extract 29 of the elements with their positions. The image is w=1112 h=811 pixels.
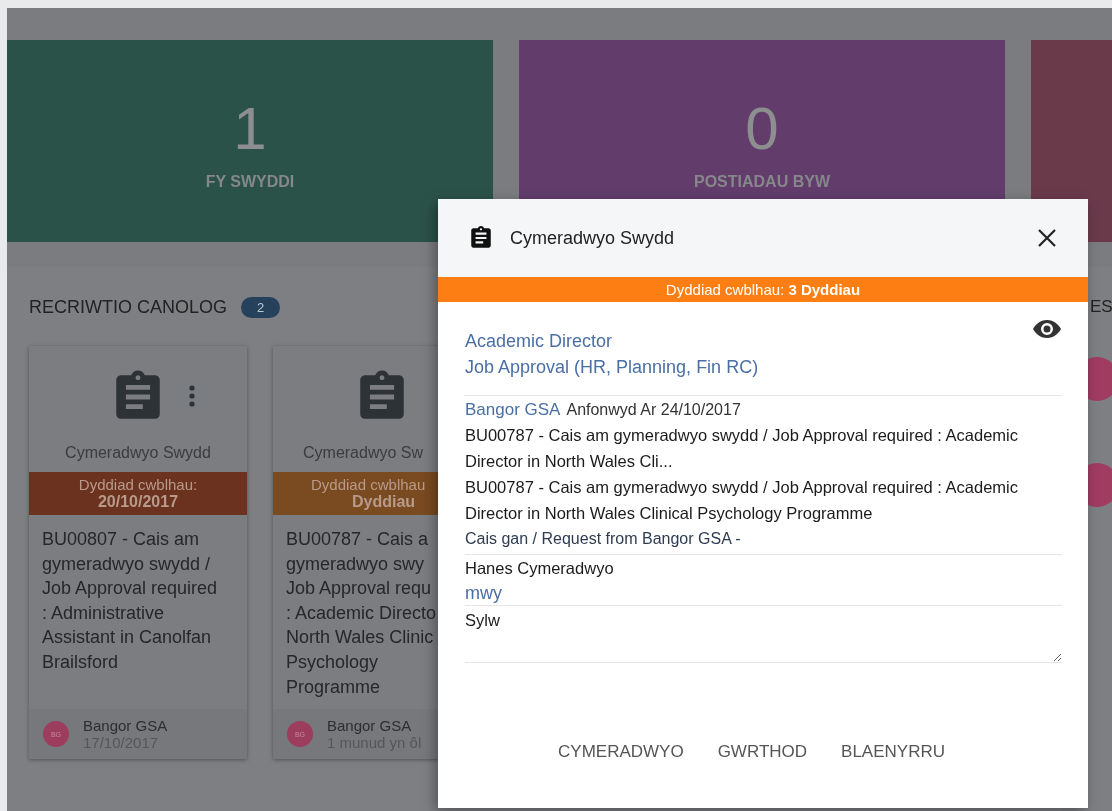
clipboard-icon: [468, 225, 494, 251]
due-date-banner: Dyddiad cwblhau: 3 Dyddiau: [438, 277, 1088, 302]
card-description: BU00807 - Cais am gymeradwyo swydd / Job Approval required : Administrative Assistant in Canolfan Brailsford: [41, 528, 219, 674]
card-description-line: North Wales Clinic: [286, 626, 435, 650]
more-options-icon[interactable]: [189, 384, 195, 408]
stat-label: FY SWYDDI: [205, 173, 295, 191]
action-button[interactable]: GWRTHOD: [715, 738, 810, 766]
section-title: ES: [1090, 297, 1112, 317]
sent-date: Anfonwyd Ar 24/10/2017: [566, 401, 741, 419]
sender-name: Bangor GSA: [83, 717, 168, 734]
card-description-line: Psychology: [286, 650, 380, 674]
view-icon[interactable]: [1032, 318, 1062, 340]
stat-value: 0: [745, 99, 779, 159]
action-button[interactable]: CYMERADWYO: [556, 738, 686, 766]
stat-label: POSTIADAU BYW: [694, 173, 830, 191]
card-description-line: Job Approval requ: [286, 577, 433, 601]
card-description-line: Programme: [286, 675, 382, 699]
due-date-band: Dyddiad cwblhau: 20/10/2017: [29, 472, 247, 515]
sender-name: Bangor GSA: [327, 717, 413, 734]
card-title: Cymeradwyo Swydd: [64, 443, 212, 463]
stat-value: 1: [233, 99, 267, 159]
action-button[interactable]: BLAENYRRU: [839, 738, 947, 766]
close-icon[interactable]: [1036, 227, 1058, 249]
card-description-line: : Academic Directo: [286, 601, 438, 625]
card-description-line: gymeradwyo swy: [286, 552, 426, 576]
stat-tile[interactable]: 1 FY SWYDDI: [7, 40, 493, 242]
count-badge: 2: [241, 297, 281, 318]
card-description-line: BU00787 - Cais a: [286, 528, 430, 551]
section-title: RECRIWTIO CANOLOG: [29, 297, 227, 318]
